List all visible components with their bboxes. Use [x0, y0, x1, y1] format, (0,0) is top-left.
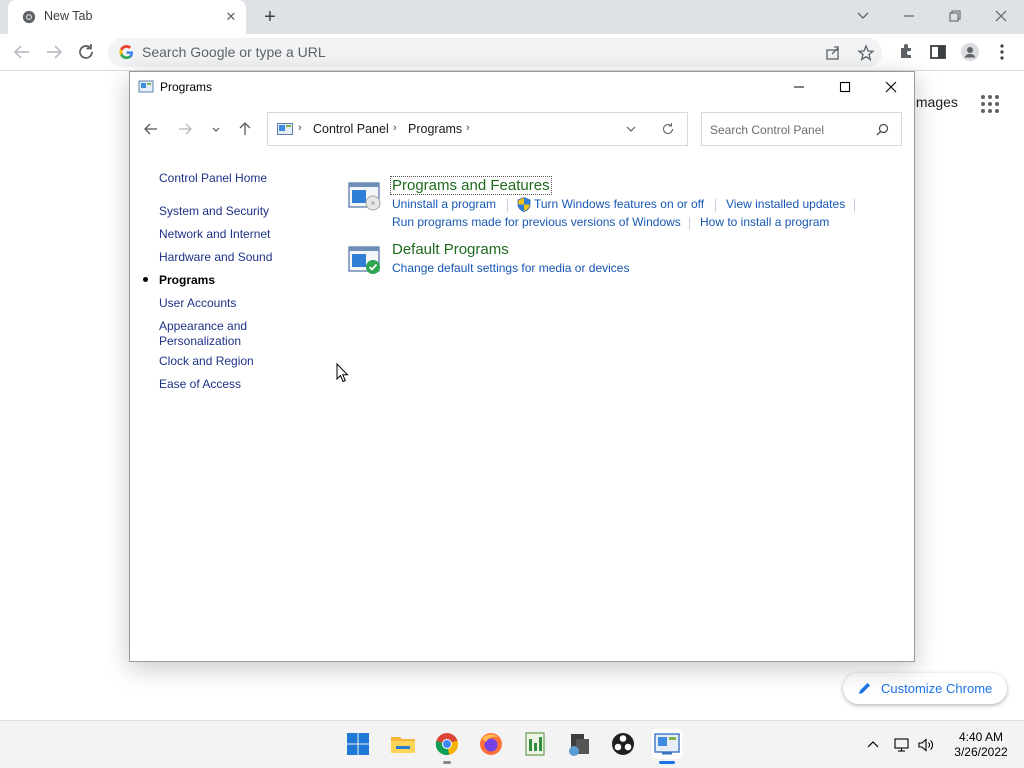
up-arrow-icon[interactable] [233, 117, 257, 141]
sidebar-item-network-and-internet[interactable]: Network and Internet [159, 227, 270, 242]
link-separator [854, 199, 855, 212]
chrome-tab-strip: New Tab ✕ + [0, 0, 1024, 34]
uac-shield-icon [517, 197, 531, 212]
app-icon[interactable] [564, 729, 594, 759]
running-indicator [443, 761, 451, 764]
google-icon [119, 45, 134, 60]
search-placeholder: Search Control Panel [710, 123, 825, 137]
default-programs-icon [348, 246, 380, 274]
address-bar[interactable]: › Control Panel › Programs › [267, 112, 688, 146]
control-panel-titlebar[interactable]: Programs [130, 72, 914, 103]
share-icon[interactable] [824, 44, 842, 62]
search-icon [876, 123, 889, 136]
side-panel-icon[interactable] [925, 39, 951, 65]
programs-and-features-icon [348, 182, 381, 211]
how-to-install-link[interactable]: How to install a program [700, 215, 829, 229]
reload-icon[interactable] [73, 39, 99, 65]
default-programs-link[interactable]: Default Programs [392, 241, 509, 258]
notepad-icon[interactable] [520, 729, 550, 759]
breadcrumb-separator-icon[interactable]: › [393, 122, 397, 134]
forward-arrow-icon[interactable] [173, 117, 197, 141]
google-apps-icon[interactable] [980, 94, 1000, 114]
network-icon[interactable] [893, 736, 911, 754]
sidebar-item-system-and-security[interactable]: System and Security [159, 204, 269, 219]
turn-windows-features-link[interactable]: Turn Windows features on or off [534, 197, 704, 211]
show-hidden-icons-icon[interactable] [864, 736, 882, 754]
control-panel-location-icon [277, 123, 293, 135]
omnibox[interactable]: Search Google or type a URL [108, 38, 882, 67]
sidebar-item-appearance-line2[interactable]: Personalization [159, 334, 241, 349]
minimize-icon[interactable] [776, 72, 822, 102]
active-indicator [659, 761, 675, 764]
search-control-panel-input[interactable]: Search Control Panel [701, 112, 902, 146]
chrome-favicon-icon [22, 10, 36, 24]
active-bullet-icon [143, 277, 148, 282]
breadcrumb-separator-icon[interactable]: › [466, 122, 470, 134]
close-tab-icon[interactable]: ✕ [222, 8, 240, 26]
images-link[interactable]: Images [912, 94, 958, 110]
forward-icon[interactable] [41, 39, 67, 65]
restore-icon[interactable] [944, 5, 966, 27]
chrome-toolbar: Search Google or type a URL [0, 34, 1024, 71]
link-separator [689, 217, 690, 230]
control-panel-icon [138, 80, 154, 93]
profile-avatar-icon[interactable] [957, 39, 983, 65]
back-icon[interactable] [9, 39, 35, 65]
mouse-cursor-icon [336, 363, 349, 383]
extensions-icon[interactable] [893, 39, 919, 65]
pencil-icon [859, 683, 870, 694]
customize-chrome-label: Customize Chrome [881, 681, 993, 696]
omnibox-placeholder: Search Google or type a URL [142, 44, 326, 60]
link-separator [507, 199, 508, 212]
address-dropdown-icon[interactable] [624, 122, 638, 136]
control-panel-window: Programs › Control Panel › Programs › Se… [129, 71, 915, 662]
start-icon[interactable] [343, 729, 373, 759]
bookmark-star-icon[interactable] [857, 44, 875, 62]
refresh-icon[interactable] [661, 122, 675, 136]
breadcrumb-control-panel[interactable]: Control Panel [313, 122, 389, 136]
clock-time: 4:40 AM [958, 730, 1004, 744]
programs-and-features-link[interactable]: Programs and Features [390, 176, 552, 195]
customize-chrome-button[interactable]: Customize Chrome [843, 673, 1007, 704]
clock[interactable]: 4:40 AM 3/26/2022 [946, 730, 1016, 760]
obs-icon[interactable] [608, 729, 638, 759]
chrome-menu-icon[interactable] [989, 39, 1015, 65]
uninstall-a-program-link[interactable]: Uninstall a program [392, 197, 496, 211]
sidebar-item-clock-and-region[interactable]: Clock and Region [159, 354, 254, 369]
chrome-icon[interactable] [432, 729, 462, 759]
run-older-programs-link[interactable]: Run programs made for previous versions … [392, 215, 681, 229]
sidebar-item-appearance-line1[interactable]: Appearance and [159, 319, 247, 334]
recent-locations-icon[interactable] [204, 117, 228, 141]
volume-icon[interactable] [917, 736, 935, 754]
sidebar-item-hardware-and-sound[interactable]: Hardware and Sound [159, 250, 272, 265]
firefox-icon[interactable] [476, 729, 506, 759]
sidebar-item-control-panel-home[interactable]: Control Panel Home [159, 171, 267, 186]
breadcrumb-separator-icon[interactable]: › [298, 122, 302, 134]
close-window-icon[interactable] [990, 5, 1012, 27]
tab-search-icon[interactable] [852, 5, 874, 27]
tab-new-tab[interactable]: New Tab ✕ [8, 0, 246, 34]
link-separator [715, 199, 716, 212]
window-title: Programs [160, 80, 213, 94]
new-tab-button[interactable]: + [258, 5, 282, 29]
maximize-icon[interactable] [822, 72, 868, 102]
sidebar-item-programs[interactable]: Programs [159, 273, 215, 288]
file-explorer-icon[interactable] [388, 729, 418, 759]
minimize-icon[interactable] [898, 5, 920, 27]
back-arrow-icon[interactable] [139, 117, 163, 141]
taskbar: 4:40 AM 3/26/2022 [0, 720, 1024, 768]
control-panel-icon[interactable] [652, 729, 682, 759]
tab-title: New Tab [44, 9, 93, 23]
clock-date: 3/26/2022 [954, 745, 1008, 759]
sidebar-item-ease-of-access[interactable]: Ease of Access [159, 377, 241, 392]
close-icon[interactable] [868, 72, 914, 102]
change-default-settings-link[interactable]: Change default settings for media or dev… [392, 261, 629, 275]
sidebar-item-user-accounts[interactable]: User Accounts [159, 296, 236, 311]
view-installed-updates-link[interactable]: View installed updates [726, 197, 845, 211]
breadcrumb-programs[interactable]: Programs [408, 122, 462, 136]
